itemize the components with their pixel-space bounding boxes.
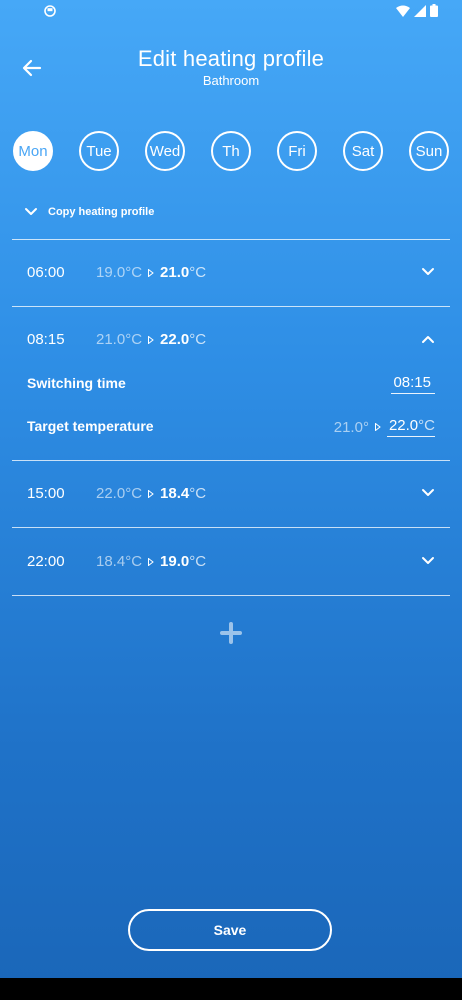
arrow-right-icon	[148, 557, 154, 566]
chevron-down-icon[interactable]	[421, 488, 435, 498]
switching-time-row: Switching time 08:15	[27, 372, 435, 396]
entry-temperature-change: 19.0°C 21.0°C	[96, 264, 206, 281]
day-fri[interactable]: Fri	[277, 131, 317, 171]
entry-from-temp: 21.0°C	[96, 331, 143, 348]
target-temperature-unit: °C	[418, 417, 435, 434]
entry-time: 08:15	[27, 331, 65, 348]
arrow-right-icon	[148, 335, 154, 344]
day-sat[interactable]: Sat	[343, 131, 383, 171]
entry-to-unit: °C	[189, 264, 207, 281]
entry-temperature-change: 21.0°C 22.0°C	[96, 331, 206, 348]
schedule-entry[interactable]: 15:00 22.0°C 18.4°C	[0, 474, 462, 514]
entry-from-temp: 22.0°C	[96, 485, 143, 502]
divider	[12, 460, 450, 461]
switching-time-field[interactable]: 08:15	[391, 374, 435, 394]
divider	[12, 595, 450, 596]
target-temperature-row: Target temperature 21.0° 22.0°C	[27, 415, 435, 439]
entry-to-temp: 19.0	[160, 553, 190, 570]
copy-heating-profile-label: Copy heating profile	[48, 206, 155, 218]
signal-icon	[414, 4, 426, 17]
copy-heating-profile[interactable]: Copy heating profile	[24, 202, 154, 222]
schedule-entry[interactable]: 08:15 21.0°C 22.0°C	[0, 320, 462, 360]
day-sun[interactable]: Sun	[409, 131, 449, 171]
notification-icon	[44, 5, 56, 17]
switching-time-label: Switching time	[27, 375, 126, 391]
day-thu[interactable]: Th	[211, 131, 251, 171]
target-temperature-label: Target temperature	[27, 418, 154, 434]
add-entry-button[interactable]	[219, 621, 243, 645]
battery-icon	[430, 4, 438, 17]
wifi-icon	[396, 5, 410, 17]
status-icons	[396, 4, 438, 17]
chevron-down-icon[interactable]	[421, 556, 435, 566]
divider	[12, 306, 450, 307]
navigation-bar	[0, 978, 462, 1000]
entry-time: 06:00	[27, 264, 65, 281]
entry-time: 15:00	[27, 485, 65, 502]
entry-temperature-change: 18.4°C 19.0°C	[96, 553, 206, 570]
target-temperature-value: 22.0	[388, 417, 419, 434]
page-title: Edit heating profile	[137, 46, 325, 71]
app-header: Edit heating profile Bathroom	[0, 40, 462, 100]
chevron-down-icon	[25, 208, 37, 215]
target-temperature-field[interactable]: 22.0°C	[386, 417, 435, 437]
target-temperature-editor: 21.0° 22.0°C	[334, 417, 435, 437]
day-selector: Mon Tue Wed Th Fri Sat Sun	[13, 131, 449, 171]
save-button[interactable]: Save	[128, 909, 332, 951]
day-tue[interactable]: Tue	[79, 131, 119, 171]
divider	[12, 239, 450, 240]
entry-to-temp: 22.0	[160, 331, 190, 348]
entry-to-unit: °C	[189, 331, 207, 348]
entry-to-temp: 18.4	[160, 485, 190, 502]
schedule-entry[interactable]: 22:00 18.4°C 19.0°C	[0, 542, 462, 582]
plus-icon	[220, 622, 242, 644]
day-mon[interactable]: Mon	[13, 131, 53, 171]
divider	[12, 527, 450, 528]
status-bar	[0, 0, 462, 24]
chevron-up-icon[interactable]	[421, 334, 435, 344]
entry-time: 22:00	[27, 553, 65, 570]
arrow-right-icon	[148, 268, 154, 277]
entry-to-unit: °C	[189, 553, 207, 570]
entry-to-temp: 21.0	[160, 264, 190, 281]
entry-from-temp: 19.0°C	[96, 264, 143, 281]
schedule-entry[interactable]: 06:00 19.0°C 21.0°C	[0, 253, 462, 293]
entry-from-temp: 18.4°C	[96, 553, 143, 570]
arrow-right-icon	[148, 489, 154, 498]
page-subtitle: Bathroom	[202, 73, 260, 88]
arrow-right-icon	[374, 423, 381, 431]
target-temperature-previous: 21.0°	[333, 418, 369, 436]
entry-to-unit: °C	[189, 485, 207, 502]
day-wed[interactable]: Wed	[145, 131, 185, 171]
entry-temperature-change: 22.0°C 18.4°C	[96, 485, 206, 502]
chevron-down-icon[interactable]	[421, 267, 435, 277]
